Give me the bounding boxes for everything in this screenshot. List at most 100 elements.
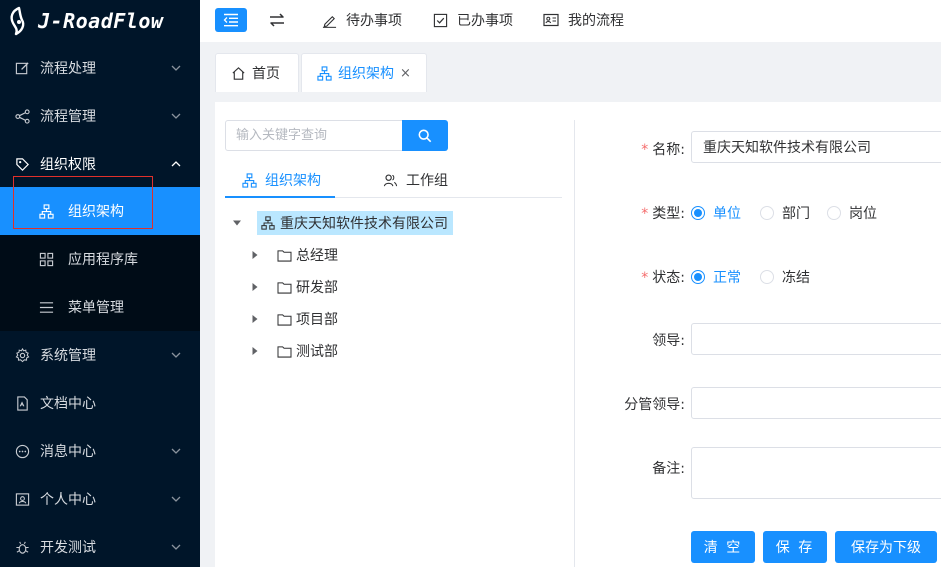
sidebar-subitem-org-structure[interactable]: 组织架构 [0, 187, 200, 235]
tree-node[interactable]: 项目部 [249, 307, 338, 331]
sidebar-item-process-management[interactable]: 流程管理 [0, 92, 200, 140]
sidebar-item-document-center[interactable]: 文档中心 [0, 379, 200, 427]
top-toolbar: 待办事项 已办事项 我的流程 [200, 0, 941, 42]
tree-node[interactable]: 研发部 [249, 275, 338, 299]
status-radio-normal[interactable]: 正常 [691, 267, 741, 287]
caret-right-icon[interactable] [249, 346, 261, 356]
org-chart-icon [241, 172, 257, 188]
edit-icon [14, 60, 30, 76]
gear-icon [14, 347, 30, 363]
sidebar-subitem-app-library[interactable]: 应用程序库 [0, 235, 200, 283]
sidebar-item-label: 开发测试 [40, 540, 96, 556]
leader-field[interactable] [691, 323, 941, 355]
tab-work-group[interactable]: 工作组 [382, 162, 448, 198]
done-link[interactable]: 已办事项 [432, 10, 513, 30]
tree-node-root[interactable]: 重庆天知软件技术有限公司 [231, 211, 453, 235]
radio-dot [827, 206, 841, 220]
org-chart-icon [260, 215, 276, 231]
my-process-link-label: 我的流程 [568, 13, 624, 29]
save-button[interactable]: 保 存 [763, 531, 827, 563]
app-logo[interactable]: J-RoadFlow [0, 0, 200, 42]
tree-node[interactable]: 总经理 [249, 243, 338, 267]
type-radio-unit[interactable]: 单位 [691, 203, 741, 223]
name-label: * 名称: [641, 142, 685, 158]
tab-home[interactable]: 首页 [215, 53, 299, 92]
note-label: 备注: [652, 461, 685, 477]
note-textarea[interactable] [691, 447, 941, 499]
sidebar-item-label: 流程处理 [40, 61, 96, 77]
tree-node[interactable]: 测试部 [249, 339, 338, 363]
radio-dot [691, 206, 705, 220]
tree-node-label: 研发部 [296, 280, 338, 296]
radio-dot [760, 270, 774, 284]
sidebar-item-org-permissions[interactable]: 组织权限 [0, 140, 200, 188]
tag-icon [14, 156, 30, 172]
chevron-down-icon [170, 493, 182, 505]
close-icon[interactable]: × [400, 66, 411, 81]
search-button[interactable] [402, 120, 448, 151]
tree-node-label: 项目部 [296, 312, 338, 328]
app-title: J-RoadFlow [38, 9, 164, 33]
my-process-link[interactable]: 我的流程 [543, 10, 624, 30]
org-chart-icon [38, 203, 54, 219]
chevron-down-icon [170, 349, 182, 361]
tree-node-root-label: 重庆天知软件技术有限公司 [280, 216, 448, 232]
list-icon [38, 299, 54, 315]
charge-leader-field[interactable] [691, 387, 941, 419]
share-icon [14, 108, 30, 124]
sidebar-item-label: 组织权限 [40, 157, 96, 173]
active-tab-indicator [225, 196, 335, 198]
sidebar-item-process-handling[interactable]: 流程处理 [0, 44, 200, 92]
id-card-icon [543, 12, 559, 28]
chevron-up-icon [170, 158, 182, 170]
sidebar-item-message-center[interactable]: 消息中心 [0, 427, 200, 475]
sidebar-item-dev-testing[interactable]: 开发测试 [0, 523, 200, 567]
pen-icon [321, 12, 337, 28]
sidebar-item-system-management[interactable]: 系统管理 [0, 331, 200, 379]
caret-right-icon[interactable] [249, 282, 261, 292]
folder-icon [276, 279, 292, 295]
chevron-down-icon [170, 110, 182, 122]
todo-link-label: 待办事项 [346, 13, 402, 29]
chevron-down-icon [170, 541, 182, 553]
name-field[interactable] [691, 131, 941, 163]
search-icon [418, 129, 432, 142]
folder-icon [276, 343, 292, 359]
search-input[interactable] [225, 120, 403, 151]
tab-org-structure-tree[interactable]: 组织架构 [241, 162, 321, 198]
user-card-icon [14, 491, 30, 507]
folder-icon [276, 247, 292, 263]
switch-button[interactable] [266, 10, 288, 30]
checkbox-icon [432, 12, 448, 28]
type-radio-position[interactable]: 岗位 [827, 203, 877, 223]
charge-leader-label: 分管领导: [624, 397, 685, 413]
caret-right-icon[interactable] [249, 250, 261, 260]
swap-icon [270, 13, 284, 27]
tab-org-structure-tree-label: 组织架构 [265, 173, 321, 189]
tab-home-label: 首页 [252, 66, 280, 82]
tree-node-label: 总经理 [296, 248, 338, 264]
caret-down-icon[interactable] [231, 218, 243, 228]
collapse-sidebar-button[interactable] [215, 8, 247, 32]
tab-org-structure[interactable]: 组织架构 × [301, 53, 427, 92]
clear-button[interactable]: 清 空 [691, 531, 755, 563]
tab-org-structure-label: 组织架构 [338, 66, 394, 82]
todo-link[interactable]: 待办事项 [321, 10, 402, 30]
folder-icon [276, 311, 292, 327]
sidebar-subitem-menu-management[interactable]: 菜单管理 [0, 283, 200, 331]
org-chart-icon [316, 65, 332, 81]
leader-label: 领导: [652, 333, 685, 349]
tree-node-root-label-box: 重庆天知软件技术有限公司 [257, 211, 453, 235]
bug-icon [14, 539, 30, 555]
radio-dot [691, 270, 705, 284]
type-radio-department[interactable]: 部门 [760, 203, 810, 223]
document-icon [14, 395, 30, 411]
home-icon [230, 65, 246, 81]
status-radio-frozen[interactable]: 冻结 [760, 267, 810, 287]
caret-right-icon[interactable] [249, 314, 261, 324]
grid-icon [38, 251, 54, 267]
sidebar-subitem-label: 应用程序库 [68, 252, 138, 268]
sidebar-item-personal-center[interactable]: 个人中心 [0, 475, 200, 523]
sidebar-subitem-label: 菜单管理 [68, 300, 124, 316]
save-as-child-button[interactable]: 保存为下级 [835, 531, 937, 563]
